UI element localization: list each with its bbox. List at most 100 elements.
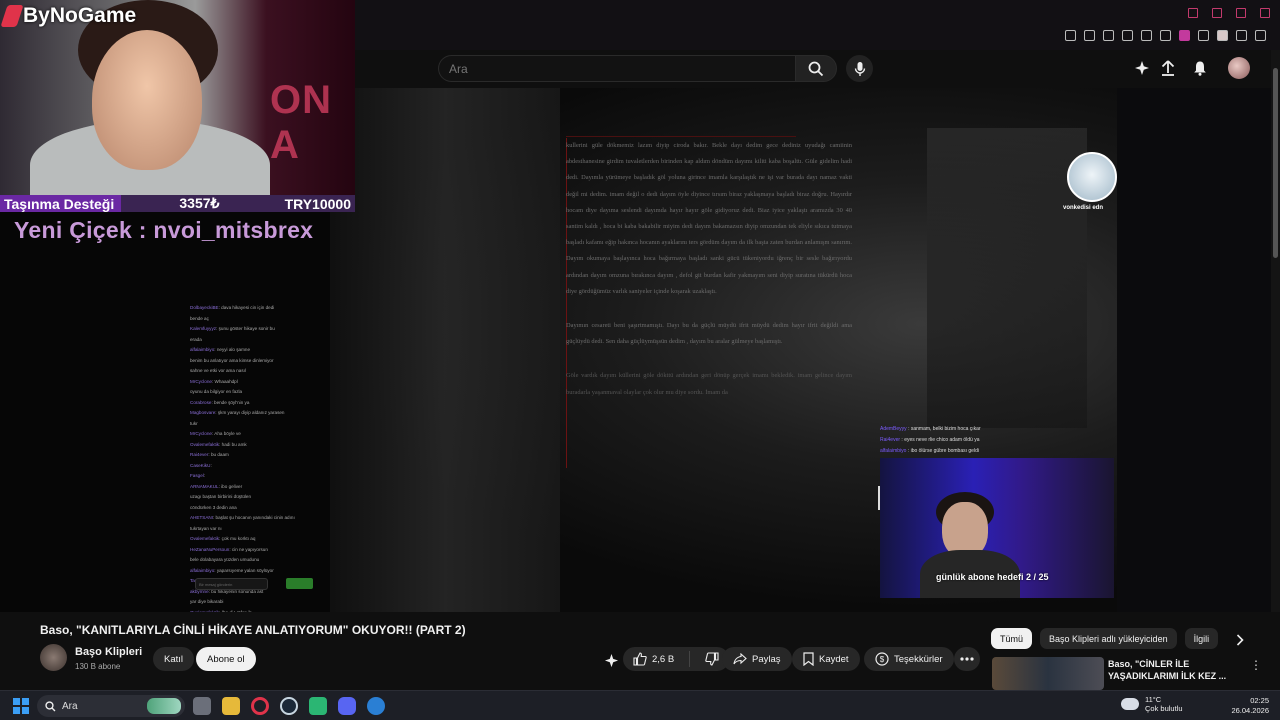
chat-username: alfalaimbiyo [190, 347, 215, 352]
search-highlight-icon [147, 698, 181, 714]
chat-overlay-line: oyunu da bilgiyor en fazla [190, 387, 316, 398]
chip-related[interactable]: İlgili [1184, 628, 1219, 649]
task-view-icon[interactable] [193, 697, 211, 715]
maximize-window-icon[interactable] [1236, 8, 1246, 18]
chat-message: tukrtayan var nı [190, 525, 222, 531]
chat-message: tukr [190, 420, 198, 426]
stream-chat-line: AdemBeyyy : sanmam, belki bizim hoca çık… [880, 426, 981, 432]
chat-message: cin ne yapıyorsun [231, 546, 268, 552]
weather-widget[interactable]: 11°C Çok bulutlu [1121, 695, 1183, 713]
chat-username: HeZanaNuPersoun [190, 546, 230, 552]
subscribe-button[interactable]: Abone ol [196, 647, 256, 671]
save-button[interactable]: Kaydet [792, 647, 860, 671]
minimize-window-icon[interactable] [1212, 8, 1222, 18]
more-actions-button[interactable] [954, 647, 980, 671]
discord-icon[interactable] [338, 697, 356, 715]
channel-avatar[interactable] [40, 644, 67, 671]
pin-icon[interactable] [1065, 30, 1076, 41]
reactor-face [92, 30, 202, 170]
shield-icon[interactable] [1103, 30, 1114, 41]
article-paragraph: kullerini güle dökmemiz lazım diyip ciro… [566, 142, 852, 295]
chat-message: ibo geliver [221, 483, 243, 489]
bookmark-icon[interactable] [1122, 30, 1133, 41]
like-button[interactable]: 2,6 B [623, 647, 684, 671]
cloud-icon [1121, 698, 1139, 710]
bell-icon [1194, 61, 1206, 76]
ask-sparkle-icon[interactable] [604, 653, 619, 668]
search-input[interactable] [438, 55, 796, 82]
more-vertical-icon[interactable]: ⋮ [1250, 658, 1262, 672]
chat-username: alfalaimbiyo [190, 567, 215, 573]
menu-icon[interactable] [1255, 30, 1266, 41]
recommendation-chips: Tümü Başo Klipleri adlı yükleyiciden İlg… [991, 628, 1219, 649]
article-top-border [566, 136, 796, 137]
steam-icon[interactable] [280, 697, 298, 715]
screenshot-icon[interactable] [1084, 30, 1095, 41]
recommended-video-thumbnail[interactable] [992, 657, 1104, 690]
upload-button[interactable] [1159, 59, 1177, 77]
microphone-icon [854, 61, 865, 76]
account-avatar[interactable] [1228, 57, 1250, 79]
chat-overlay-line: alfalaimbiyo: neyyi alo şamne [190, 347, 251, 352]
chat-overlay-line: Ovalemefaktik: çok mu korktı aq [190, 536, 256, 541]
join-button[interactable]: Katıl [153, 647, 195, 671]
extension-active-icon[interactable] [1179, 30, 1190, 41]
network-app-icon[interactable] [367, 697, 385, 715]
stream-chat-overlay: DolbayeckiBE: dava hikayesi cin için ded… [190, 303, 316, 612]
bookmark-save-icon [803, 652, 814, 666]
recommended-video-title[interactable]: Baso, "CİNLER İLE YAŞADIKLARIMI İLK KEZ … [1108, 658, 1238, 682]
share-button[interactable]: Paylaş [722, 647, 792, 671]
bynogame-logo-mark-icon [0, 5, 24, 27]
chat-message: uzagı baştan birbirini düştülen [190, 494, 252, 499]
share-label: Paylaş [752, 653, 781, 665]
channel-name[interactable]: Başo Klipleri [75, 646, 142, 658]
chip-all[interactable]: Tümü [991, 628, 1033, 649]
play-icon[interactable] [1141, 30, 1152, 41]
chat-overlay-line: DolbayeckiBE: dava hikayesi cin için ded… [190, 305, 275, 310]
voice-search-button[interactable] [846, 55, 873, 82]
page-scrollbar[interactable] [1271, 50, 1280, 640]
chip-from-uploader[interactable]: Başo Klipleri adlı yükleyiciden [1040, 628, 1177, 649]
search-icon [808, 61, 824, 76]
thanks-button[interactable]: $ Teşekkürler [864, 647, 954, 671]
thumbs-up-icon [633, 652, 647, 666]
file-explorer-icon[interactable] [222, 697, 240, 715]
streamer-chat-lines: AdemBeyyy : sanmam, belki bizim hoca çık… [880, 424, 1114, 457]
chat-overlay-line: Magbosvare: şkm yarayı diyip aldanız yar… [190, 410, 285, 415]
create-sparkle-button[interactable] [1133, 59, 1151, 77]
chat-message: yaparsıyeme yalan söylüyor [216, 567, 274, 573]
search-button[interactable] [795, 55, 837, 82]
chat-overlay-line: erada [190, 335, 316, 346]
taskbar-search[interactable]: Ara [37, 695, 185, 717]
video-title: Baso, "KANITLARIYLA CİNLİ HİKAYE ANLATIY… [40, 623, 466, 637]
profile-icon[interactable] [1217, 30, 1228, 41]
chevron-right-icon[interactable] [1236, 634, 1244, 646]
chat-message: şkm yarayı diyip aldanız yarasen [217, 410, 285, 415]
download-icon[interactable] [1236, 30, 1247, 41]
puzzle-icon[interactable] [1198, 30, 1209, 41]
close-window-icon[interactable] [1260, 8, 1270, 18]
heart-icon[interactable] [1160, 30, 1171, 41]
chat-username: Ovalemefaktik [190, 441, 220, 447]
latest-follower-alert: Yeni Çiçek : nvoi_mitsbrex [14, 217, 314, 243]
donation-current: 3357₺ [179, 195, 220, 211]
chat-username: MrCyclone [190, 378, 212, 384]
opera-gx-icon[interactable] [251, 697, 269, 715]
chat-overlay-line: Corabrose: bende şöyl'nin ya [190, 399, 250, 405]
thumbs-down-icon [705, 652, 719, 666]
chat-message: benim bu anlatıyor ama kimse dinlemiyor [190, 357, 274, 363]
weather-desc: Çok bulutlu [1145, 704, 1183, 713]
search-window-icon[interactable] [1188, 8, 1198, 18]
stream-chat-message: eyes neve rlie chico adam öldü ya [904, 437, 980, 443]
chat-message: cöndürken 3 dedin ana [190, 504, 237, 510]
article-paragraph: Dayımın cesareti beni şaşırtmamıştı. Day… [566, 322, 852, 346]
game-app-icon[interactable] [309, 697, 327, 715]
sparkle-icon [1135, 61, 1149, 75]
page-scrollbar-thumb[interactable] [1273, 68, 1278, 258]
chat-overlay-line: Rai4ever: bu daam [190, 452, 229, 457]
save-label: Kaydet [819, 653, 849, 665]
taskbar-clock[interactable]: 02:25 26.04.2026 [1209, 696, 1269, 716]
cat-avatar-image [1067, 152, 1117, 202]
windows-start-icon[interactable] [13, 698, 29, 714]
notifications-button[interactable] [1191, 59, 1209, 77]
